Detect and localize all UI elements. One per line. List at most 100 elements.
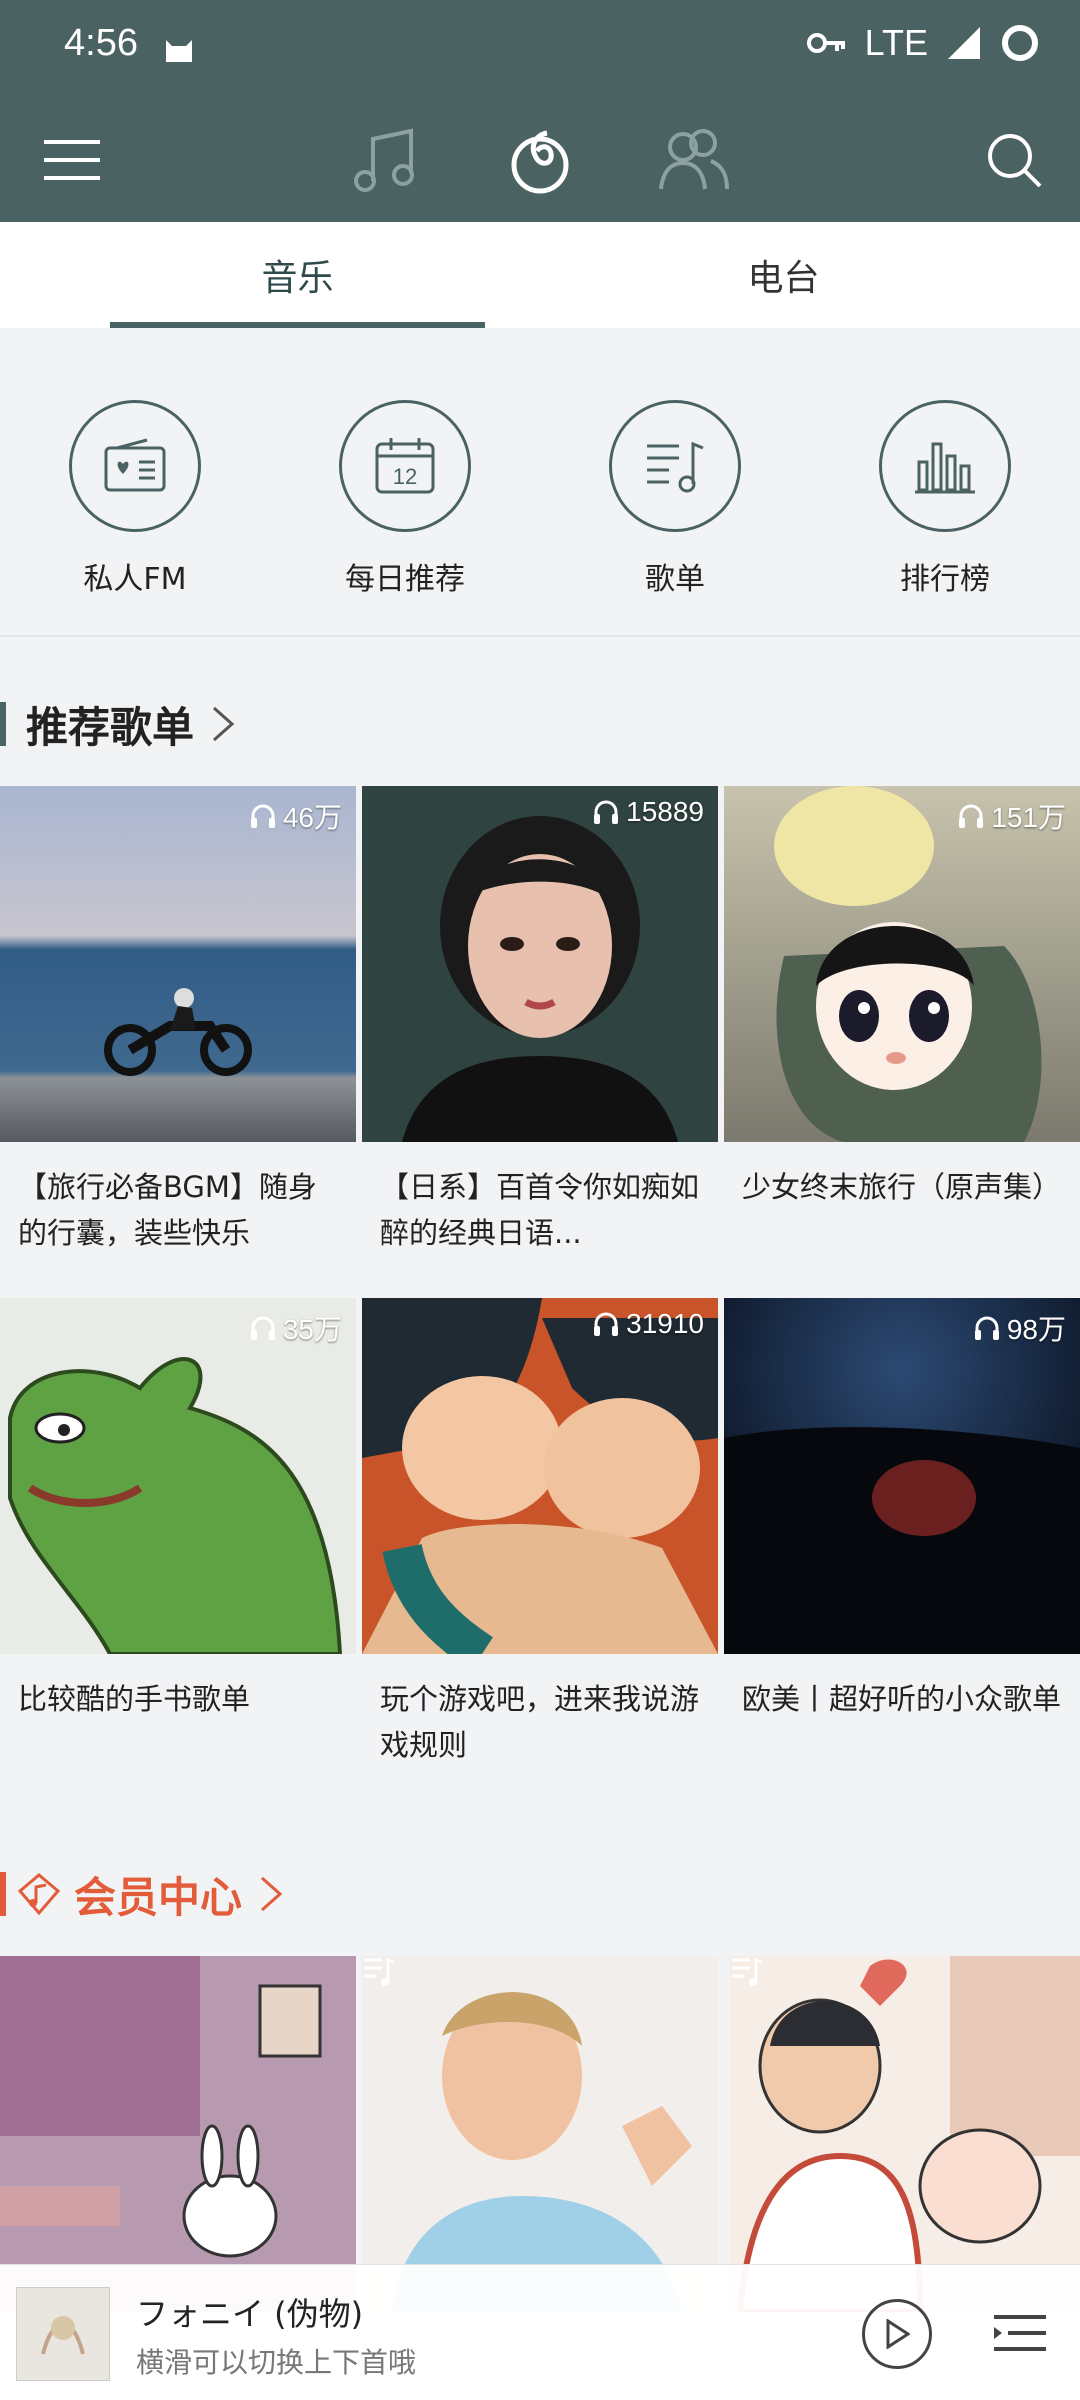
vip-cover <box>0 1956 356 2312</box>
playlist-card[interactable]: 15889 【日系】百首令你如痴如醉的经典日语... <box>362 786 718 1256</box>
playlist-cover: 151万 <box>724 786 1080 1142</box>
vip-cover <box>730 1956 1080 2312</box>
friends-icon[interactable] <box>652 118 736 202</box>
quick-label: 排行榜 <box>900 562 990 597</box>
vpn-key-icon <box>806 33 845 53</box>
play-count: 15889 <box>592 796 704 828</box>
man-thumbs-up-illustration <box>392 1992 692 2312</box>
tab-indicator <box>110 322 485 328</box>
headphones-icon <box>959 804 984 828</box>
tab-music[interactable]: 音乐 <box>110 222 485 328</box>
dark-face-illustration <box>724 1427 1080 1654</box>
netease-logo-icon[interactable] <box>498 118 582 202</box>
now-playing-subtitle: 横滑可以切换上下首哦 <box>136 2346 417 2379</box>
app-header: 4:56 LTE <box>0 0 1080 222</box>
playlist-card[interactable]: 31910 玩个游戏吧，进来我说游戏规则 <box>362 1298 718 1768</box>
now-playing-title: フォニイ (伪物) <box>136 2295 364 2333</box>
playlist-card[interactable]: 151万 少女终末旅行（原声集） <box>724 786 1080 1256</box>
play-count-value: 31910 <box>626 1308 704 1339</box>
quick-private-fm[interactable]: 私人FM <box>35 400 235 598</box>
couple-illustration <box>736 1956 1080 2312</box>
music-note-icon[interactable] <box>344 118 428 202</box>
menu-icon[interactable] <box>30 118 114 202</box>
network-type: LTE <box>864 22 928 63</box>
section-marker <box>0 1872 6 1916</box>
radio-icon <box>69 400 201 532</box>
bunny-illustration <box>0 1956 322 2258</box>
playlist-title: 比较酷的手书歌单 <box>18 1682 251 1716</box>
play-count-value: 46万 <box>282 802 342 833</box>
playlist-cover: 98万 <box>724 1298 1080 1654</box>
vip-cover <box>362 1956 718 2312</box>
playlist-card[interactable]: 46万 【旅行必备BGM】随身的行囊，装些快乐 <box>0 786 356 1256</box>
playlist-queue-icon[interactable] <box>990 2303 1050 2363</box>
vip-header[interactable]: 会员中心 <box>0 1854 1080 1934</box>
quick-playlist[interactable]: 歌单 <box>575 400 775 598</box>
anime-boys-illustration <box>362 1298 718 1654</box>
portrait-illustration <box>402 816 678 1142</box>
quick-label: 每日推荐 <box>345 562 465 597</box>
playlist-card[interactable]: 35万 比较酷的手书歌单 <box>0 1298 356 1768</box>
play-count: 46万 <box>249 796 342 836</box>
quick-rank[interactable]: 排行榜 <box>845 400 1045 598</box>
play-count-value: 35万 <box>282 1314 342 1345</box>
vip-card[interactable] <box>730 1956 1080 2312</box>
quick-daily[interactable]: 12 每日推荐 <box>305 400 505 598</box>
calendar-icon: 12 <box>339 400 471 532</box>
playlist-cover: 46万 <box>0 786 356 1142</box>
chart-bars-icon <box>879 400 1011 532</box>
quick-label: 歌单 <box>645 562 705 597</box>
calendar-day: 12 <box>393 464 417 489</box>
playlist-title: 【日系】百首令你如痴如醉的经典日语... <box>380 1170 700 1250</box>
headphones-icon <box>250 804 275 828</box>
play-button[interactable] <box>862 2299 932 2369</box>
headphones-icon <box>594 800 619 824</box>
playlist-title: 【旅行必备BGM】随身的行囊，装些快乐 <box>18 1170 317 1250</box>
battery-ring-icon <box>1002 25 1038 61</box>
play-icon <box>886 2319 910 2349</box>
vip-card[interactable] <box>0 1956 356 2312</box>
play-count: 35万 <box>249 1308 342 1348</box>
playlist-cover: 15889 <box>362 786 718 1142</box>
headphones-icon <box>974 1316 999 1340</box>
cat-notification-icon <box>166 40 192 62</box>
vip-diamond-icon <box>17 1873 61 1916</box>
playlist-title: 少女终末旅行（原声集） <box>742 1170 1062 1204</box>
top-nav <box>0 110 1080 210</box>
play-count: 151万 <box>957 796 1066 836</box>
quick-entries: 私人FM 12 每日推荐 歌单 排行榜 <box>0 380 1080 630</box>
play-count: 31910 <box>592 1308 704 1340</box>
status-time: 4:56 <box>64 22 138 64</box>
search-icon[interactable] <box>972 118 1056 202</box>
status-icons: LTE <box>806 22 1040 64</box>
play-count-value: 15889 <box>626 796 704 827</box>
section-marker <box>0 702 6 746</box>
playlist-icon <box>609 400 741 532</box>
anime-illustration <box>774 786 1042 1142</box>
chevron-right-icon <box>261 1876 283 1912</box>
headphones-icon <box>250 1316 275 1340</box>
playlist-title: 欧美丨超好听的小众歌单 <box>742 1682 1062 1716</box>
quick-label: 私人FM <box>83 562 187 597</box>
section-title: 会员中心 <box>74 1872 243 1922</box>
play-count: 98万 <box>973 1308 1066 1348</box>
playlist-cover: 35万 <box>0 1298 356 1654</box>
tab-bar: 音乐 电台 <box>0 222 1080 328</box>
mini-player[interactable]: フォニイ (伪物) 横滑可以切换上下首哦 <box>0 2264 1080 2400</box>
recommend-header[interactable]: 推荐歌单 <box>0 684 1080 764</box>
section-title: 推荐歌单 <box>26 702 195 752</box>
chevron-right-icon <box>213 706 235 742</box>
headphones-icon <box>594 1312 619 1336</box>
vip-card[interactable] <box>362 1956 718 2312</box>
frog-illustration <box>8 1357 343 1654</box>
playlist-cover: 31910 <box>362 1298 718 1654</box>
now-playing-cover[interactable] <box>16 2287 110 2381</box>
tab-radio[interactable]: 电台 <box>596 222 971 328</box>
status-bar: 4:56 LTE <box>0 0 1080 100</box>
playlist-card[interactable]: 98万 欧美丨超好听的小众歌单 <box>724 1298 1080 1768</box>
album-art-icon <box>41 2316 85 2355</box>
play-count-value: 151万 <box>991 802 1066 833</box>
divider <box>0 635 1080 637</box>
motorcycle-illustration <box>104 988 252 1076</box>
play-count-value: 98万 <box>1006 1314 1066 1345</box>
